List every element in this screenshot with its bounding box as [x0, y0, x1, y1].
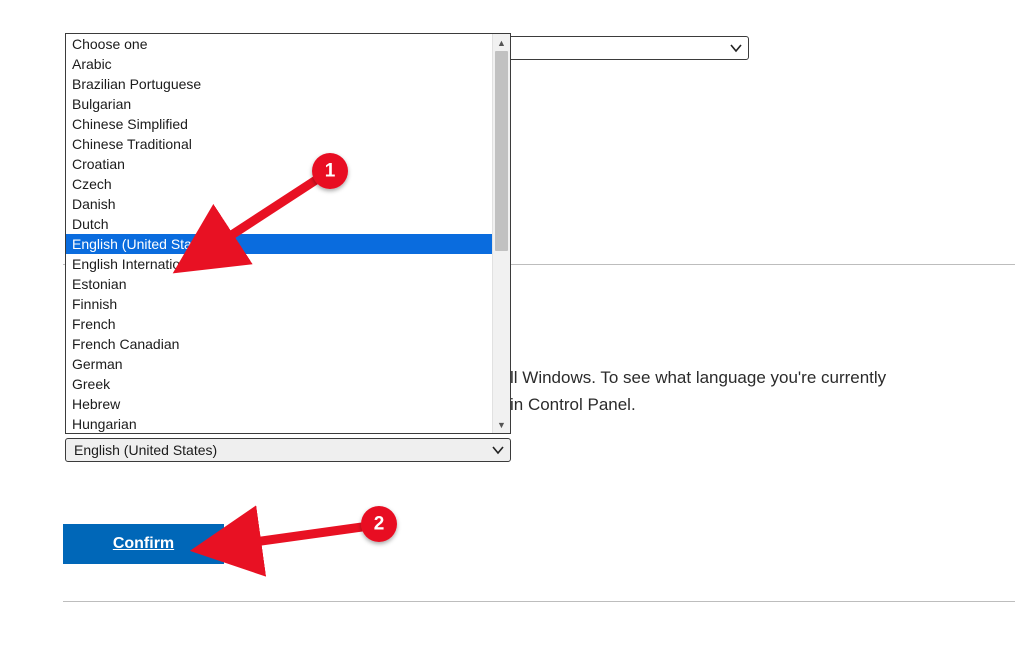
- language-option[interactable]: Estonian: [66, 274, 492, 294]
- scroll-down-icon[interactable]: ▼: [493, 416, 510, 433]
- language-option[interactable]: Hungarian: [66, 414, 492, 433]
- language-select-open[interactable]: Choose oneArabicBrazilian PortugueseBulg…: [65, 33, 511, 434]
- scrollbar[interactable]: ▲ ▼: [492, 34, 510, 433]
- language-option[interactable]: Choose one: [66, 34, 492, 54]
- language-option[interactable]: Finnish: [66, 294, 492, 314]
- annotation-arrow-2: [254, 527, 362, 542]
- chevron-down-icon: [492, 444, 504, 456]
- language-option[interactable]: Danish: [66, 194, 492, 214]
- language-select-closed[interactable]: English (United States): [65, 438, 511, 462]
- language-option[interactable]: German: [66, 354, 492, 374]
- language-option[interactable]: Greek: [66, 374, 492, 394]
- body-text: ll Windows. To see what language you're …: [510, 364, 930, 418]
- annotation-badge-2-label: 2: [374, 514, 385, 535]
- language-option[interactable]: Brazilian Portuguese: [66, 74, 492, 94]
- confirm-button[interactable]: Confirm: [63, 524, 224, 564]
- language-option[interactable]: Arabic: [66, 54, 492, 74]
- language-select-listbox[interactable]: Choose oneArabicBrazilian PortugueseBulg…: [66, 34, 492, 433]
- language-option[interactable]: French Canadian: [66, 334, 492, 354]
- language-option[interactable]: English International: [66, 254, 492, 274]
- language-option[interactable]: English (United States): [66, 234, 492, 254]
- divider-lower: [63, 601, 1015, 602]
- language-select-value: English (United States): [74, 442, 217, 458]
- body-text-line2: in Control Panel.: [510, 395, 636, 414]
- language-option[interactable]: Czech: [66, 174, 492, 194]
- language-option[interactable]: Bulgarian: [66, 94, 492, 114]
- confirm-button-label: Confirm: [113, 535, 174, 553]
- annotation-badge-2: [361, 506, 397, 542]
- language-option[interactable]: Chinese Traditional: [66, 134, 492, 154]
- language-option[interactable]: Croatian: [66, 154, 492, 174]
- language-option[interactable]: Chinese Simplified: [66, 114, 492, 134]
- language-option[interactable]: Dutch: [66, 214, 492, 234]
- body-text-line1: ll Windows. To see what language you're …: [510, 368, 886, 387]
- language-option[interactable]: French: [66, 314, 492, 334]
- scroll-thumb[interactable]: [495, 51, 508, 251]
- scroll-up-icon[interactable]: ▲: [493, 34, 510, 51]
- chevron-down-icon: [730, 42, 742, 54]
- language-option[interactable]: Hebrew: [66, 394, 492, 414]
